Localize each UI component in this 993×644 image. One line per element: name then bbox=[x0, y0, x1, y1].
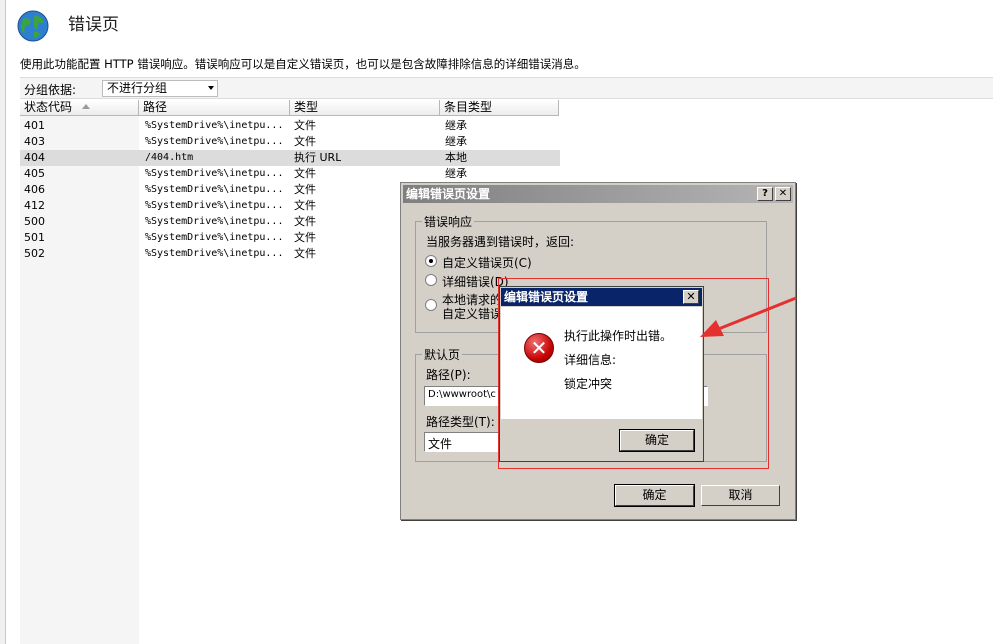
table-row[interactable]: 405 %SystemDrive%\inetpu... 文件 继承 bbox=[20, 166, 560, 182]
dialog-title: 编辑错误页设置 bbox=[406, 187, 491, 201]
dialog-title-bar: 编辑错误页设置 ? ✕ bbox=[403, 185, 793, 203]
column-header-path[interactable]: 路径 bbox=[139, 100, 290, 116]
path-label: 路径(P): bbox=[426, 368, 471, 382]
column-header-entry-type[interactable]: 条目类型 bbox=[440, 100, 559, 116]
help-button[interactable]: ? bbox=[757, 187, 773, 201]
globe-icon bbox=[17, 10, 49, 42]
ok-button[interactable]: 确定 bbox=[614, 484, 695, 507]
table-row-selected[interactable]: 404 /404.htm 执行 URL 本地 bbox=[20, 150, 560, 166]
radio-local-label-line2: 自定义错误 bbox=[442, 307, 503, 321]
close-button[interactable]: ✕ bbox=[775, 187, 791, 201]
group-by-label: 分组依据: bbox=[24, 83, 77, 97]
column-header-status-code[interactable]: 状态代码 bbox=[20, 100, 139, 116]
error-response-legend: 错误响应 bbox=[424, 215, 473, 229]
group-by-value: 不进行分组 bbox=[107, 81, 168, 95]
radio-detailed-error[interactable] bbox=[425, 274, 437, 286]
left-pane-edge bbox=[0, 0, 6, 644]
group-by-bar: 分组依据: 不进行分组 bbox=[20, 77, 993, 99]
table-row[interactable]: 403 %SystemDrive%\inetpu... 文件 继承 bbox=[20, 134, 560, 150]
chevron-down-icon bbox=[208, 86, 214, 90]
path-type-label: 路径类型(T): bbox=[426, 415, 495, 429]
radio-custom-label: 自定义错误页(C) bbox=[442, 256, 532, 270]
default-page-legend: 默认页 bbox=[424, 348, 461, 362]
annotation-arrow-icon bbox=[700, 296, 797, 337]
group-by-select[interactable]: 不进行分组 bbox=[102, 80, 218, 97]
cancel-button[interactable]: 取消 bbox=[701, 485, 780, 506]
response-prompt: 当服务器遇到错误时，返回: bbox=[426, 235, 575, 249]
page-description: 使用此功能配置 HTTP 错误响应。错误响应可以是自定义错误页，也可以是包含故障… bbox=[20, 57, 586, 71]
column-header-type[interactable]: 类型 bbox=[290, 100, 440, 116]
page-title: 错误页 bbox=[68, 15, 119, 35]
table-row[interactable]: 401 %SystemDrive%\inetpu... 文件 继承 bbox=[20, 118, 560, 134]
radio-custom-error-page[interactable] bbox=[425, 255, 437, 267]
radio-local-detailed[interactable] bbox=[425, 299, 437, 311]
sort-ascending-icon bbox=[82, 104, 91, 109]
